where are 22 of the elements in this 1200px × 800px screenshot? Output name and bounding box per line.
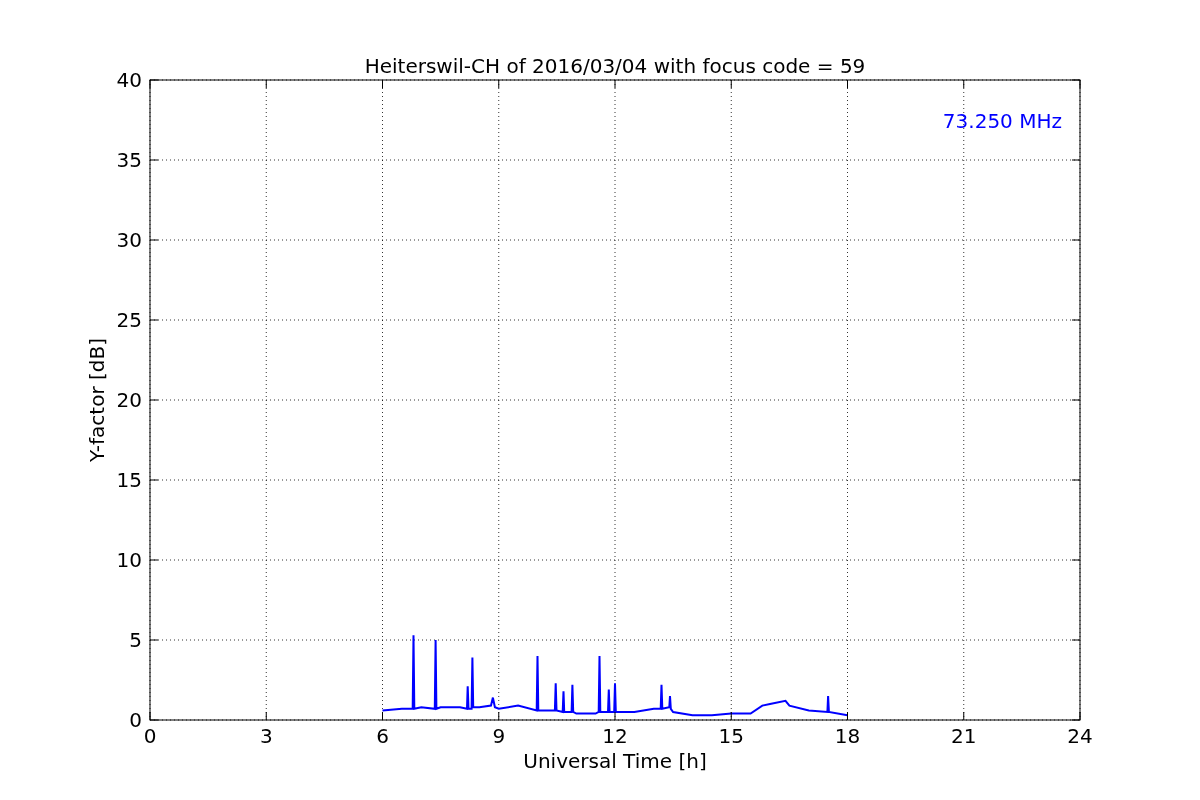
tick-label: 10 [116,548,142,572]
tick-label: 30 [116,228,142,252]
tick-label: 15 [116,468,142,492]
tick-label: 40 [116,68,142,92]
axis-label: Y-factor [dB] [85,338,109,462]
tick-label: 6 [376,724,389,748]
tick-label: 0 [143,724,157,748]
tick-label: 0 [129,708,142,732]
tick-label: 15 [718,724,744,748]
chart-title: Heiterswil-CH of 2016/03/04 with focus code = 59 [364,54,866,78]
tick-label: 3 [259,724,273,748]
series-label: 73.250 MHz [942,109,1062,133]
tick-label: 5 [129,628,142,652]
tick-label: 35 [116,148,142,172]
tick-label: 12 [602,724,628,748]
tick-label: 20 [116,388,142,412]
tick-label: 9 [492,724,506,748]
tick-label: 24 [1067,724,1093,748]
axis-label: Universal Time [h] [523,749,707,773]
tick-label: 21 [951,724,977,748]
tick-label: 25 [116,308,142,332]
tick-label: 18 [834,724,861,748]
